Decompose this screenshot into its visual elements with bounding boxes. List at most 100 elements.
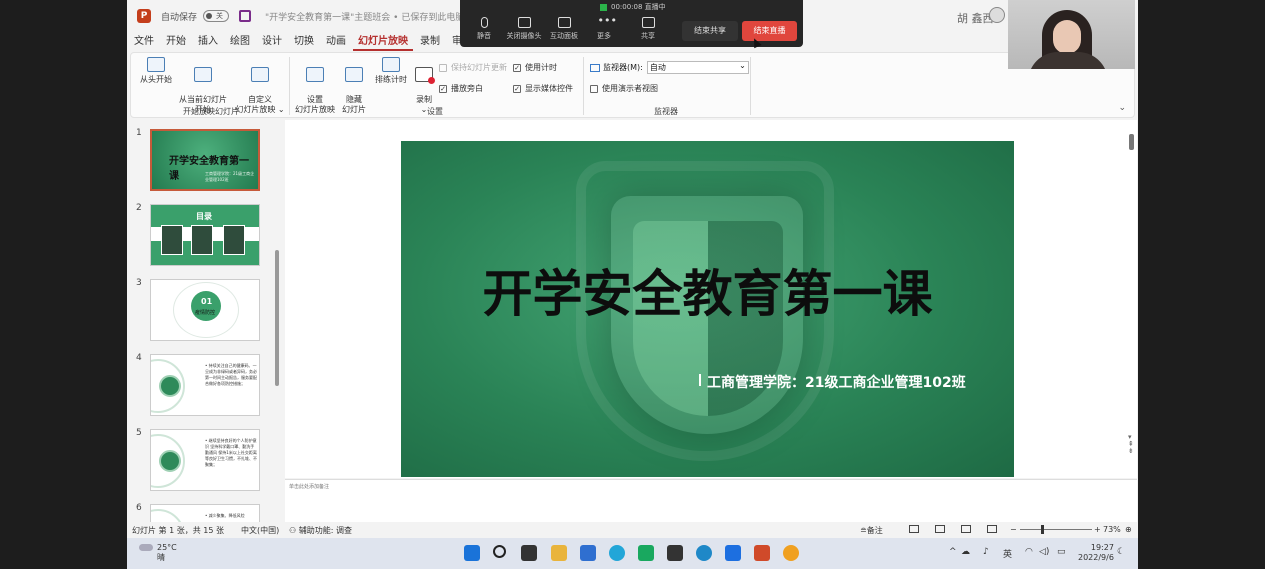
setup-slideshow-button[interactable]: 设置 幻灯片放映 [293,57,337,115]
thumb-circle [159,450,181,472]
show-media-controls-checkbox[interactable]: ✓ 显示媒体控件 [513,83,573,94]
slide-thumbnail-6[interactable]: • 减少聚集、降低风险 [150,504,260,522]
from-beginning-label: 从头开始 [140,75,172,84]
use-timings-checkbox[interactable]: ✓ 使用计时 [513,62,557,73]
camera-off-button[interactable]: 关闭摄像头 [506,17,542,41]
presenter-view-checkbox[interactable]: 使用演示者视图 [590,83,658,94]
play-narrations-label: 播放旁白 [451,84,483,93]
rehearse-timings-label: 排练计时 [375,75,407,84]
battery-icon[interactable]: ▭ [1057,547,1066,557]
interaction-panel-button[interactable]: 互动面板 [546,17,582,41]
autosave-toggle[interactable]: 关 [203,10,230,22]
store-icon[interactable] [580,545,596,561]
cube-app-icon[interactable] [667,545,683,561]
webcam-body [1028,52,1108,69]
user-avatar-icon[interactable] [989,7,1005,23]
zoom-level[interactable]: 73% [1103,525,1121,534]
slide-thumbnail-4[interactable]: • 持续关注自己的健康码、一旦成为非绿码或者异码，务必第一时间主动报告，服务要配… [150,354,260,416]
task-view-icon[interactable] [521,545,537,561]
chat-app-icon[interactable] [638,545,654,561]
reading-view-icon[interactable] [961,525,971,533]
live-timer-text: 00:00:08 直播中 [611,3,666,11]
slide-sorter-icon[interactable] [935,525,945,533]
group-label-setup: 设置 [427,107,443,116]
browser-e-icon[interactable] [609,545,625,561]
windows-taskbar: 25°C 晴 ^ ☁ ♪ 英 ◠ ◁) ▭ 19:27 2022/9/6 ☾ [127,538,1138,569]
record-icon [415,67,435,84]
webcam-face [1053,20,1081,54]
search-icon[interactable] [493,545,506,558]
slideshow-view-icon[interactable] [987,525,997,533]
zoom-slider-handle[interactable] [1041,525,1044,534]
windows-start-icon[interactable] [464,545,480,561]
tab-design[interactable]: 设计 [257,33,287,51]
monitor-select[interactable]: 自动 [646,60,749,74]
ribbon-tabs: 文件 开始 插入 绘图 设计 切换 动画 幻灯片放映 录制 审阅 [127,33,477,51]
save-icon[interactable] [239,10,252,22]
slide-thumbnail-panel[interactable]: 1 开学安全教育第一课 工商管理学院：21级工商企业管理102班 2 目录 3 … [127,120,283,522]
tab-slideshow[interactable]: 幻灯片放映 [353,33,413,51]
setup-slideshow-icon [306,67,324,82]
slide-title[interactable]: 开学安全教育第一课 [401,254,1014,326]
weather-widget[interactable]: 25°C 晴 [139,543,177,563]
tab-home[interactable]: 开始 [161,33,191,51]
zoom-out-icon[interactable]: − [1010,525,1017,534]
notes-pane[interactable]: 单击此处添加备注 [285,479,1137,522]
wifi-icon[interactable]: ◠ [1025,547,1033,557]
more-button[interactable]: ••• 更多 [586,15,622,41]
file-explorer-icon[interactable] [551,545,567,561]
scroll-arrows[interactable]: ▾ ⇞ ⇟ [1128,434,1134,455]
language-indicator[interactable]: 中文(中国) [241,525,279,536]
slide-thumbnail-5[interactable]: • 继续坚持良好的个人防护意识 坚持科学戴口罩、勤洗手 勤通风 保持1米以上社交… [150,429,260,491]
share-button[interactable]: 共享 [630,17,666,41]
accessibility-status[interactable]: ⚇ 辅助功能: 调查 [289,525,352,536]
custom-slideshow-button[interactable]: 自定义 幻灯片放映 ⌄ [233,57,287,115]
editor-scrollbar[interactable] [1129,134,1134,150]
show-media-controls-label: 显示媒体控件 [525,84,573,93]
notes-toggle-button[interactable]: ≘备注 [860,525,883,536]
meeting-app-icon[interactable] [725,545,741,561]
normal-view-icon[interactable] [909,525,919,533]
rehearse-timings-button[interactable]: 排练计时 [373,57,409,85]
end-live-button[interactable]: 结束直播 [742,21,797,41]
thumb-number: 3 [136,278,142,288]
slide-thumbnail-1[interactable]: 开学安全教育第一课 工商管理学院：21级工商企业管理102班 [150,129,260,191]
collapse-ribbon-icon[interactable]: ⌄ [1118,103,1126,113]
cloud-icon[interactable]: ☁ [961,547,970,557]
tab-file[interactable]: 文件 [129,33,159,51]
tab-animations[interactable]: 动画 [321,33,351,51]
end-share-button[interactable]: 结束共享 [682,21,738,41]
system-clock[interactable]: 19:27 2022/9/6 [1078,543,1114,563]
monitor-row: 监视器(M): 自动 [590,60,749,74]
tab-record[interactable]: 录制 [415,33,445,51]
chat-panel-icon [557,17,571,28]
volume-icon[interactable]: ◁) [1039,547,1049,557]
notification-icon[interactable]: ☾ [1117,547,1125,557]
thumbnail-scrollbar[interactable] [275,250,279,386]
powerpoint-taskbar-icon[interactable] [754,545,770,561]
live-app-icon[interactable] [783,545,799,561]
ribbon-divider [750,57,751,115]
from-beginning-button[interactable]: 从头开始 [139,57,173,85]
tab-transitions[interactable]: 切换 [289,33,319,51]
zoom-slider-track[interactable] [1020,529,1092,530]
fit-to-window-icon[interactable]: ⊕ [1125,525,1132,534]
tab-draw[interactable]: 绘图 [225,33,255,51]
play-narrations-checkbox[interactable]: ✓ 播放旁白 [439,83,483,94]
thumb-body-text: • 持续关注自己的健康码、一旦成为非绿码或者异码，务必第一时间主动报告，服务要配… [205,363,257,386]
document-title[interactable]: "开学安全教育第一课"主题班会 • 已保存到此电脑 ∨ [265,10,474,23]
slide-subtitle[interactable]: 工商管理学院：21级工商企业管理102班 [707,372,966,392]
mute-button[interactable]: 静音 [466,17,502,41]
current-slide[interactable]: 开学安全教育第一课 工商管理学院：21级工商企业管理102班 [401,141,1014,477]
clock-date: 2022/9/6 [1078,553,1114,562]
tray-expand-icon[interactable]: ^ [949,547,957,557]
slide-thumbnail-3[interactable]: 01 疫情防控 [150,279,260,341]
tray-mic-icon[interactable]: ♪ [983,547,989,557]
zoom-in-icon[interactable]: + [1094,525,1101,534]
tab-insert[interactable]: 插入 [193,33,223,51]
keep-slides-updated-checkbox[interactable]: 保持幻灯片更新 [439,62,507,73]
edge-browser-icon[interactable] [696,545,712,561]
ime-indicator[interactable]: 英 [1003,547,1012,560]
slide-thumbnail-2[interactable]: 目录 [150,204,260,266]
hide-slide-button[interactable]: 隐藏 幻灯片 [339,57,369,115]
